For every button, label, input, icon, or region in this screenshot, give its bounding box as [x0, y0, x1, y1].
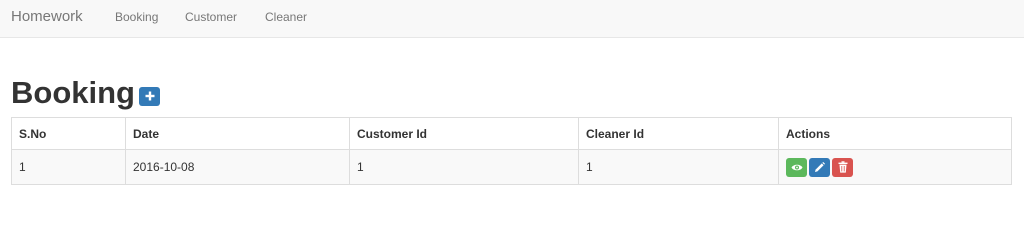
- column-header-cleaner-id: Cleaner Id: [578, 117, 779, 150]
- brand-link[interactable]: Homework: [11, 8, 83, 25]
- add-booking-button[interactable]: [139, 86, 160, 106]
- plus-icon: [145, 91, 154, 101]
- table-row: 1 2016-10-08 1 1: [11, 149, 1012, 185]
- trash-icon: [838, 161, 847, 173]
- column-header-customer-id: Customer Id: [349, 117, 579, 150]
- booking-table: S.No Date Customer Id Cleaner Id Actions…: [11, 117, 1012, 185]
- pencil-icon: [815, 161, 825, 172]
- nav-link-cleaner[interactable]: Cleaner: [265, 10, 307, 24]
- cell-customer-id: 1: [349, 149, 579, 185]
- edit-button[interactable]: [809, 157, 830, 177]
- view-button[interactable]: [786, 157, 807, 177]
- nav-link-booking[interactable]: Booking: [115, 10, 158, 24]
- column-header-date: Date: [125, 117, 350, 150]
- table-header-row: S.No Date Customer Id Cleaner Id Actions: [11, 117, 1012, 150]
- row-actions: [786, 157, 1004, 177]
- cell-actions: [778, 149, 1012, 185]
- column-header-sno: S.No: [11, 117, 126, 150]
- cell-cleaner-id: 1: [578, 149, 779, 185]
- page-title: Booking: [11, 74, 135, 110]
- eye-icon: [791, 164, 802, 170]
- cell-sno: 1: [11, 149, 126, 185]
- nav-link-customer[interactable]: Customer: [185, 10, 237, 24]
- navbar: Homework Booking Customer Cleaner: [0, 0, 1024, 38]
- page-heading: Booking: [11, 74, 160, 110]
- column-header-actions: Actions: [778, 117, 1012, 150]
- delete-button[interactable]: [832, 157, 853, 177]
- cell-date: 2016-10-08: [125, 149, 350, 185]
